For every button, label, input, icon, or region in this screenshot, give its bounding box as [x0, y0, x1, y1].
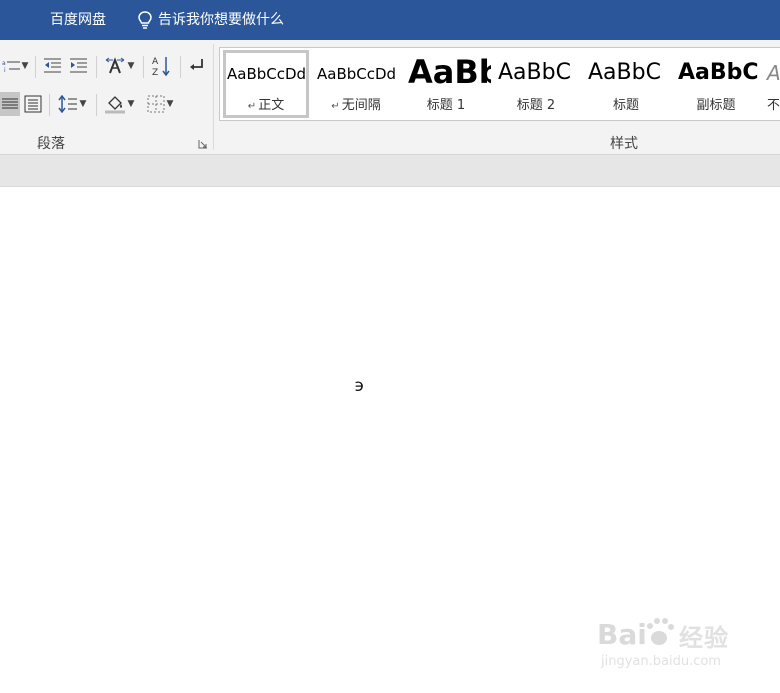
borders-icon: [147, 95, 165, 113]
style-name: ↵ 无间隔: [331, 98, 381, 113]
styles-gallery: AaBbCcDd ↵正文 AaBbCcDd ↵无间隔 AaBb 标题 1 AaB…: [219, 47, 780, 121]
lightbulb-icon: [138, 11, 152, 29]
distributed-button[interactable]: [22, 92, 44, 116]
style-name: 不: [767, 98, 780, 113]
svg-text:a: a: [2, 60, 6, 67]
justify-icon: [2, 98, 18, 109]
chevron-down-icon: ▼: [166, 99, 174, 109]
increase-indent-button[interactable]: [66, 54, 90, 78]
decrease-indent-icon: [44, 58, 61, 73]
style-preview: AaBb: [408, 53, 491, 91]
line-spacing-button[interactable]: ▼: [55, 92, 89, 116]
style-preview: AaBbC: [498, 60, 571, 85]
borders-button[interactable]: ▼: [142, 92, 178, 116]
style-name: 标题 2: [516, 98, 556, 113]
chevron-down-icon: ▼: [79, 99, 87, 109]
watermark-url: jingyan.baidu.com: [601, 654, 721, 669]
increase-indent-icon: [70, 58, 87, 73]
sort-icon: A Z: [152, 57, 170, 77]
asian-layout-icon: [105, 57, 124, 74]
baidu-jingyan-watermark: Bai 经验 jingyan.baidu.com: [597, 612, 747, 682]
tell-me-text: 告诉我你想要做什么: [158, 12, 284, 28]
chevron-down-icon: ▼: [21, 61, 29, 71]
style-heading-2[interactable]: AaBbC 标题 2: [491, 48, 581, 120]
style-preview: AaBbCcDd: [317, 65, 397, 83]
styles-group-label: 样式: [610, 136, 638, 152]
style-preview: AaBbCcDd: [227, 65, 307, 83]
asian-layout-button[interactable]: ▼: [101, 54, 137, 78]
title-bar: 百度网盘 告诉我你想要做什么: [0, 0, 780, 40]
style-normal[interactable]: AaBbCcDd ↵ 正文: [221, 48, 311, 120]
style-heading-1[interactable]: AaBb 标题 1: [401, 48, 491, 120]
style-name: 标题: [612, 98, 639, 113]
shading-button[interactable]: ▼: [101, 92, 137, 116]
style-preview: A: [767, 61, 780, 85]
multilevel-list-icon: a i: [2, 60, 20, 74]
tell-me-box[interactable]: 告诉我你想要做什么: [136, 0, 284, 40]
ruler-area: [0, 155, 780, 187]
style-preview: AaBbC: [588, 60, 661, 85]
show-marks-button[interactable]: [184, 54, 208, 78]
svg-text:Z: Z: [152, 68, 158, 77]
svg-text:Bai: Bai: [597, 618, 647, 651]
watermark-brand: 经验: [679, 624, 729, 652]
ribbon: a i ▼ ▼ A Z ▼ ▼ ▼ 段落 AaBbCcDd ↵ 正文 AaBbC…: [0, 40, 780, 155]
style-subtitle[interactable]: AaBbC 副标题: [671, 48, 761, 120]
chevron-down-icon: ▼: [127, 99, 135, 109]
paragraph-group-label: 段落: [37, 136, 65, 152]
line-spacing-icon: [57, 95, 77, 113]
style-no-spacing[interactable]: AaBbCcDd ↵ 无间隔: [311, 48, 401, 120]
sort-button[interactable]: A Z: [148, 54, 174, 78]
style-name: ↵ 正文: [247, 98, 285, 113]
style-preview: AaBbC: [678, 60, 759, 85]
baidu-netdisk-tab[interactable]: 百度网盘: [50, 0, 106, 40]
shading-icon: [104, 96, 125, 114]
show-marks-icon: [190, 59, 203, 70]
distributed-icon: [24, 95, 42, 113]
style-subtle-emphasis[interactable]: A 不: [761, 48, 780, 120]
multilevel-list-button[interactable]: a i ▼: [0, 54, 30, 78]
style-title[interactable]: AaBbC 标题: [581, 48, 671, 120]
justify-button[interactable]: [0, 92, 20, 116]
style-name: 副标题: [696, 98, 736, 113]
svg-text:i: i: [4, 67, 6, 74]
chevron-down-icon: ▼: [127, 61, 135, 71]
svg-text:A: A: [152, 57, 159, 67]
style-name: 标题 1: [426, 98, 466, 113]
document-text[interactable]: ϶: [354, 376, 364, 396]
decrease-indent-button[interactable]: [40, 54, 64, 78]
dialog-launcher-icon[interactable]: [198, 139, 208, 149]
